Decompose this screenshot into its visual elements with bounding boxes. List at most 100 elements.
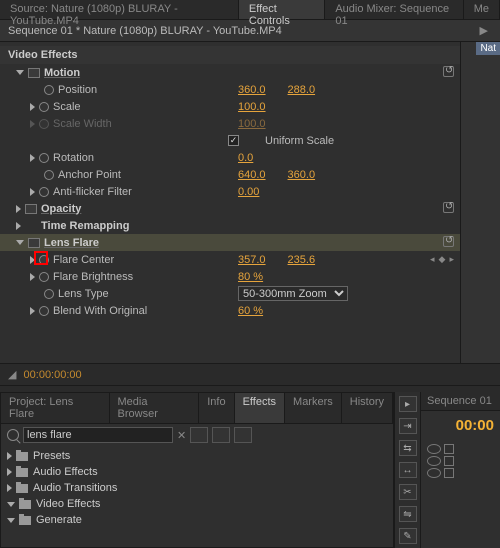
- triangle-closed-icon[interactable]: [30, 103, 35, 111]
- triangle-closed-icon[interactable]: [30, 307, 35, 315]
- slip-tool[interactable]: ⇋: [399, 506, 417, 522]
- anchor-y-value[interactable]: 360.0: [288, 169, 316, 181]
- triangle-closed-icon[interactable]: [30, 256, 35, 264]
- tab-audio-mixer[interactable]: Audio Mixer: Sequence 01: [325, 0, 463, 19]
- flare-center-x[interactable]: 357.0: [238, 254, 266, 266]
- opacity-section[interactable]: Opacity: [0, 200, 460, 217]
- stopwatch-icon[interactable]: [39, 187, 49, 197]
- position-x-value[interactable]: 360.0: [238, 84, 266, 96]
- triangle-closed-icon[interactable]: [16, 205, 21, 213]
- filter-fx-button[interactable]: [190, 427, 208, 443]
- nat-tab[interactable]: Nat: [476, 42, 500, 55]
- track-toggle-row[interactable]: [427, 444, 494, 454]
- timeline-header[interactable]: Sequence 01: [421, 392, 500, 411]
- triangle-open-icon[interactable]: [16, 70, 24, 75]
- position-y-value[interactable]: 288.0: [288, 84, 316, 96]
- lens-type-select[interactable]: 50-300mm Zoom: [238, 286, 348, 301]
- keyframe-nav[interactable]: ◂◆▸: [430, 254, 454, 265]
- tab-extra[interactable]: Me: [464, 0, 500, 19]
- triangle-closed-icon[interactable]: [30, 188, 35, 196]
- reset-motion-button[interactable]: [443, 66, 454, 80]
- ripple-tool[interactable]: ⇆: [399, 440, 417, 456]
- uniform-scale-checkbox[interactable]: ✓: [228, 135, 239, 146]
- timeline-tools: ▸ ⇥ ⇆ ↔ ✂ ⇋ ✎: [394, 392, 420, 548]
- eye-icon[interactable]: [427, 444, 441, 454]
- track-select-tool[interactable]: ⇥: [399, 418, 417, 434]
- stopwatch-icon[interactable]: [44, 289, 54, 299]
- stopwatch-icon[interactable]: [39, 153, 49, 163]
- eye-icon[interactable]: [427, 456, 441, 466]
- stopwatch-icon[interactable]: [44, 85, 54, 95]
- track-toggle-row[interactable]: [427, 468, 494, 478]
- scale-label: Scale: [53, 101, 81, 113]
- lock-icon[interactable]: [444, 444, 454, 454]
- tab-history[interactable]: History: [342, 393, 393, 423]
- scale-width-row: Scale Width 100.0: [0, 115, 460, 132]
- tab-effect-controls[interactable]: Effect Controls: [239, 0, 325, 19]
- current-timecode[interactable]: 00:00:00:00: [24, 369, 82, 381]
- tree-video-effects[interactable]: Video Effects: [1, 496, 393, 512]
- opacity-label: Opacity: [41, 203, 81, 215]
- lock-icon[interactable]: [444, 468, 454, 478]
- flare-center-y[interactable]: 235.6: [288, 254, 316, 266]
- uniform-scale-row: ✓ Uniform Scale: [0, 132, 460, 149]
- reset-opacity-button[interactable]: [443, 202, 454, 216]
- triangle-closed-icon: [7, 452, 12, 460]
- tab-info[interactable]: Info: [199, 393, 234, 423]
- timecode-bar: ◢ 00:00:00:00: [0, 363, 500, 386]
- tree-audio-transitions[interactable]: Audio Transitions: [1, 480, 393, 496]
- video-effects-title: Video Effects: [0, 46, 460, 64]
- triangle-closed-icon[interactable]: [16, 222, 21, 230]
- eye-icon[interactable]: [427, 468, 441, 478]
- triangle-open-icon[interactable]: [16, 240, 24, 245]
- tab-media-browser[interactable]: Media Browser: [110, 393, 200, 423]
- uniform-scale-label: Uniform Scale: [265, 135, 334, 147]
- blend-value[interactable]: 60 %: [238, 305, 263, 317]
- track-toggle-row[interactable]: [427, 456, 494, 466]
- motion-section[interactable]: Motion: [0, 64, 460, 81]
- zoom-out-icon[interactable]: ◢: [8, 369, 16, 381]
- time-remap-section[interactable]: Time Remapping: [0, 217, 460, 234]
- stopwatch-icon[interactable]: [39, 272, 49, 282]
- tab-project[interactable]: Project: Lens Flare: [1, 393, 110, 423]
- project-tabs: Project: Lens Flare Media Browser Info E…: [1, 393, 393, 424]
- filter-yuv-button[interactable]: [234, 427, 252, 443]
- filter-32-button[interactable]: [212, 427, 230, 443]
- selection-tool[interactable]: ▸: [399, 396, 417, 412]
- antiflicker-value[interactable]: 0.00: [238, 186, 259, 198]
- timeline-panel: Sequence 01 00:00: [420, 392, 500, 548]
- tab-markers[interactable]: Markers: [285, 393, 342, 423]
- stopwatch-icon[interactable]: [39, 306, 49, 316]
- stopwatch-icon[interactable]: [39, 102, 49, 112]
- effects-panel: Project: Lens Flare Media Browser Info E…: [0, 392, 394, 548]
- lens-flare-section[interactable]: Lens Flare: [0, 234, 460, 251]
- tab-effects[interactable]: Effects: [235, 393, 285, 423]
- triangle-closed-icon[interactable]: [30, 273, 35, 281]
- effects-tree: Presets Audio Effects Audio Transitions …: [1, 446, 393, 530]
- tree-presets[interactable]: Presets: [1, 448, 393, 464]
- folder-icon: [19, 516, 31, 525]
- search-icon: [7, 429, 19, 441]
- play-arrow-icon[interactable]: ▶: [476, 24, 492, 37]
- timeline-timecode[interactable]: 00:00: [421, 411, 500, 440]
- reset-lensflare-button[interactable]: [443, 236, 454, 250]
- clear-search-icon[interactable]: ✕: [177, 429, 186, 442]
- triangle-closed-icon[interactable]: [30, 154, 35, 162]
- stopwatch-icon[interactable]: [39, 255, 49, 265]
- lock-icon[interactable]: [444, 456, 454, 466]
- scale-value[interactable]: 100.0: [238, 101, 266, 113]
- stopwatch-icon[interactable]: [44, 170, 54, 180]
- flare-brightness-value[interactable]: 80 %: [238, 271, 263, 283]
- tree-audio-effects[interactable]: Audio Effects: [1, 464, 393, 480]
- tree-generate[interactable]: Generate: [1, 512, 393, 528]
- pen-tool[interactable]: ✎: [399, 528, 417, 544]
- blend-row: Blend With Original 60 %: [0, 302, 460, 319]
- effects-search-input[interactable]: [23, 427, 173, 443]
- razor-tool[interactable]: ✂: [399, 484, 417, 500]
- rate-stretch-tool[interactable]: ↔: [399, 462, 417, 478]
- position-label: Position: [58, 84, 97, 96]
- anchor-x-value[interactable]: 640.0: [238, 169, 266, 181]
- rotation-value[interactable]: 0.0: [238, 152, 253, 164]
- tab-source[interactable]: Source: Nature (1080p) BLURAY - YouTube.…: [0, 0, 239, 19]
- blend-label: Blend With Original: [53, 305, 147, 317]
